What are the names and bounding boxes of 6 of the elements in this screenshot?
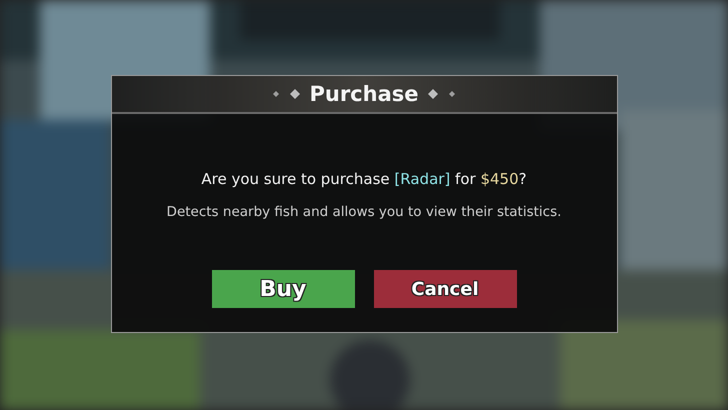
diamond-ornament-icon [426,88,456,100]
item-description: Detects nearby fish and allows you to view their statistics. [166,204,562,220]
diamond-ornament-icon [271,88,302,100]
dialog-title: Purchase [309,82,418,106]
confirmation-question: Are you sure to purchase [Radar] for $450? [201,170,527,188]
cancel-button[interactable]: Cancel [374,270,516,308]
